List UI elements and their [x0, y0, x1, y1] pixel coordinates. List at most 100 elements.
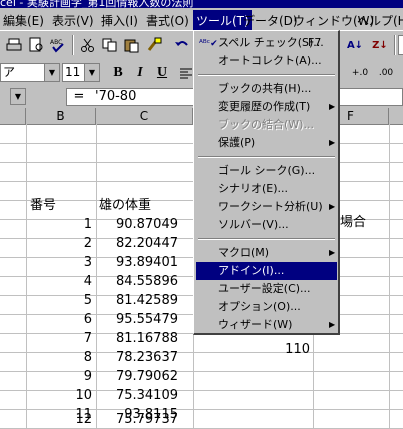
menu-item-label: マクロ(M) [218, 246, 270, 259]
font-name-combo[interactable]: ア ▼ [0, 63, 60, 82]
menu-item-macro[interactable]: マクロ(M) ▶ [196, 244, 337, 262]
menu-item-solver[interactable]: ソルバー(V)... [196, 216, 337, 234]
increase-decimal-label: +.0 [351, 68, 369, 78]
spell-check-icon: ᴬᴮᶜ✔ [199, 39, 218, 49]
svg-text:ABC: ABC [50, 39, 62, 46]
menu-item-auditing[interactable]: ワークシート分析(U) ▶ [196, 198, 337, 216]
chevron-down-icon[interactable]: ▼ [44, 64, 59, 81]
weight-cell[interactable]: 84.55896 [96, 272, 178, 291]
weight-cell[interactable]: 81.16788 [96, 329, 178, 348]
weight-cell[interactable]: 79.79062 [96, 367, 178, 386]
c-header-cell[interactable]: 雄の体重 [99, 196, 151, 215]
weight-cell[interactable]: 90.87049 [96, 215, 178, 234]
b-header-cell[interactable]: 番号 [30, 196, 56, 215]
menu-bar: 編集(E) 表示(V) 挿入(I) 書式(O) ツール(T) データ(D) ウィ… [0, 8, 403, 31]
copy-icon[interactable] [100, 35, 120, 55]
row-number-cell[interactable]: 1 [26, 215, 92, 234]
submenu-arrow-icon: ▶ [329, 102, 336, 111]
column-header-a[interactable] [0, 108, 26, 124]
column-header-b[interactable]: B [26, 108, 96, 124]
weight-cell[interactable]: 95.55479 [96, 310, 178, 329]
menu-item-goal-seek[interactable]: ゴール シーク(G)... [196, 162, 337, 180]
row-number-cell[interactable]: 5 [26, 291, 92, 310]
toolbar-separator [72, 35, 74, 55]
menu-item-label: アドイン(I)... [218, 264, 285, 277]
row-number-cell[interactable]: 10 [26, 386, 92, 405]
menu-separator [198, 156, 335, 158]
menu-item-customize[interactable]: ユーザー設定(C)... [196, 280, 337, 298]
formula-value: '70-80 [95, 89, 137, 104]
underline-button[interactable]: U [152, 63, 172, 83]
menu-item-label: オートコレクト(A)... [218, 54, 322, 67]
toolbar-overflow[interactable] [398, 35, 403, 55]
menu-item-label: ウィザード(W) [218, 318, 293, 331]
row-number-cell[interactable]: 6 [26, 310, 92, 329]
font-size-value: 11 [65, 65, 81, 79]
format-painter-icon[interactable] [144, 35, 164, 55]
weight-cell[interactable]: 75.34109 [96, 386, 178, 405]
menu-item-protection[interactable]: 保護(P) ▶ [196, 134, 337, 152]
row-number-cell[interactable]: 3 [26, 253, 92, 272]
menu-item-shortcut: F7 [308, 36, 322, 49]
menu-item-label: ブックの結合(W)... [218, 118, 314, 131]
chevron-down-icon[interactable]: ▼ [84, 64, 99, 81]
window-title: cel - 実験計画学_第1回情報入数の法則 [0, 0, 194, 8]
menu-separator [198, 74, 335, 76]
equals-label: = [73, 89, 85, 104]
sort-descending-icon[interactable]: Z↓ [370, 35, 390, 55]
font-size-combo[interactable]: 11 ▼ [62, 63, 100, 82]
row-number-cell[interactable]: 12 [26, 410, 92, 429]
print-preview-icon[interactable] [26, 35, 46, 55]
menu-item-spell-check[interactable]: ᴬᴮᶜ✔ スペル チェック(S)... F7 [196, 34, 337, 52]
menu-help[interactable]: ヘルプ(H) [357, 12, 403, 29]
row-number-cell[interactable]: 8 [26, 348, 92, 367]
f-text-cell[interactable]: 場合 [340, 213, 366, 232]
value-cell[interactable]: 110 [240, 340, 310, 359]
menu-item-wizard[interactable]: ウィザード(W) ▶ [196, 316, 337, 334]
cut-icon[interactable] [78, 35, 98, 55]
weight-cell[interactable]: 93.89401 [96, 253, 178, 272]
menu-item-track-changes[interactable]: 変更履歴の作成(T) ▶ [196, 98, 337, 116]
menu-item-options[interactable]: オプション(O)... [196, 298, 337, 316]
weight-cell[interactable]: 82.20447 [96, 234, 178, 253]
italic-button[interactable]: I [130, 63, 150, 83]
row-number-cell[interactable]: 4 [26, 272, 92, 291]
menu-item-label: ブックの共有(H)... [218, 82, 312, 95]
weight-cell[interactable]: 75.79737 [96, 410, 178, 429]
menu-item-label: 保護(P) [218, 136, 256, 149]
undo-icon[interactable] [172, 35, 192, 55]
title-bar: cel - 実験計画学_第1回情報入数の法則 [0, 0, 403, 8]
row-number-cell[interactable]: 7 [26, 329, 92, 348]
weight-cell[interactable]: 78.23637 [96, 348, 178, 367]
tools-menu-dropdown: ᴬᴮᶜ✔ スペル チェック(S)... F7 オートコレクト(A)... ブック… [193, 30, 340, 335]
increase-decimal-icon[interactable]: +.0 [350, 63, 370, 83]
sort-ascending-icon[interactable]: A↓ [345, 35, 365, 55]
name-box-dropdown[interactable]: ▼ [10, 88, 26, 105]
menu-data[interactable]: データ(D) [243, 12, 298, 29]
submenu-arrow-icon: ▶ [329, 138, 336, 147]
menu-view[interactable]: 表示(V) [52, 12, 94, 29]
decrease-decimal-icon[interactable]: .00 [376, 63, 396, 83]
row-number-cell[interactable]: 2 [26, 234, 92, 253]
menu-item-scenarios[interactable]: シナリオ(E)... [196, 180, 337, 198]
menu-format[interactable]: 書式(O) [146, 12, 189, 29]
menu-item-share-workbook[interactable]: ブックの共有(H)... [196, 80, 337, 98]
menu-separator [198, 238, 335, 240]
toolbar-separator [394, 35, 396, 55]
menu-insert[interactable]: 挿入(I) [101, 12, 138, 29]
sort-descending-label: Z↓ [372, 39, 388, 51]
row-number-cell[interactable]: 9 [26, 367, 92, 386]
paste-icon[interactable] [122, 35, 142, 55]
menu-item-autocorrect[interactable]: オートコレクト(A)... [196, 52, 337, 70]
submenu-arrow-icon: ▶ [329, 202, 336, 211]
weight-cell[interactable]: 81.42589 [96, 291, 178, 310]
print-icon[interactable] [4, 35, 24, 55]
menu-item-add-ins[interactable]: アドイン(I)... [196, 262, 337, 280]
menu-edit[interactable]: 編集(E) [3, 12, 44, 29]
italic-label: I [137, 65, 143, 80]
menu-item-label: ユーザー設定(C)... [218, 282, 311, 295]
submenu-arrow-icon: ▶ [329, 248, 336, 257]
bold-button[interactable]: B [108, 63, 128, 83]
column-header-c[interactable]: C [96, 108, 193, 124]
spell-check-icon[interactable]: ABC [48, 35, 68, 55]
